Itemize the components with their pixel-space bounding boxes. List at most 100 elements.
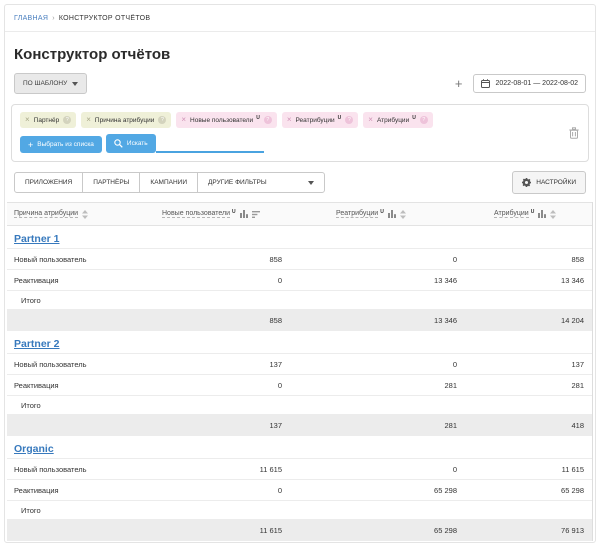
total-value: 65 298 bbox=[290, 526, 465, 535]
filter-chip[interactable]: × Партнёр? bbox=[20, 112, 76, 128]
row-label: Реактивация bbox=[7, 381, 154, 390]
search-icon bbox=[114, 139, 123, 148]
total-value: 13 346 bbox=[290, 316, 465, 325]
cell-value: 137 bbox=[465, 360, 592, 369]
row-label: Реактивация bbox=[7, 486, 154, 495]
bar-chart-icon bbox=[240, 210, 248, 218]
search-button[interactable]: Искать bbox=[106, 134, 156, 153]
chevron-down-icon bbox=[308, 181, 314, 185]
cell-value: 13 346 bbox=[465, 276, 592, 285]
tab-campaigns[interactable]: КАМПАНИИ bbox=[139, 172, 198, 193]
column-header-label[interactable]: Причина атрибуции bbox=[14, 210, 78, 218]
cell-value: 0 bbox=[290, 360, 465, 369]
sort-desc-icon bbox=[252, 211, 260, 218]
search-input[interactable] bbox=[156, 136, 264, 153]
template-button-label: ПО ШАБЛОНУ bbox=[23, 80, 67, 87]
cell-value: 0 bbox=[154, 276, 290, 285]
chip-remove-icon[interactable]: × bbox=[181, 117, 186, 123]
table-row: Новый пользователь8580858 bbox=[7, 248, 592, 269]
template-button[interactable]: ПО ШАБЛОНУ bbox=[14, 73, 87, 94]
chip-label: Причина атрибуции bbox=[95, 117, 154, 124]
tab-other-filters[interactable]: ДРУГИЕ ФИЛЬТРЫ bbox=[197, 172, 325, 193]
chip-help-icon[interactable]: ? bbox=[63, 116, 71, 124]
total-label: Итого bbox=[7, 296, 154, 305]
cell-value: 281 bbox=[465, 381, 592, 390]
filter-chip[interactable]: ×Новые пользователиU? bbox=[176, 112, 276, 128]
group-total-row: 85813 34614 204 bbox=[7, 309, 592, 331]
group-link[interactable]: Partner 2 bbox=[14, 338, 60, 350]
group-header-row: Partner 2 bbox=[7, 331, 592, 353]
cell-value: 137 bbox=[154, 360, 290, 369]
cell-value: 281 bbox=[290, 381, 465, 390]
sort-icon bbox=[400, 210, 406, 219]
report-table: Причина атрибуцииНовые пользователиUРеат… bbox=[7, 202, 593, 541]
plus-icon: + bbox=[28, 142, 33, 148]
chip-label: Партнёр bbox=[34, 117, 60, 124]
page: ГЛАВНАЯ › КОНСТРУКТОР ОТЧЁТОВ Конструкто… bbox=[4, 4, 596, 543]
total-value: 14 204 bbox=[465, 316, 592, 325]
add-comparison-button[interactable]: + bbox=[455, 79, 463, 89]
filter-chip[interactable]: ×АтрибуцииU? bbox=[363, 112, 433, 128]
cell-value: 0 bbox=[154, 381, 290, 390]
chip-help-icon[interactable]: ? bbox=[264, 116, 272, 124]
group-link[interactable]: Partner 1 bbox=[14, 233, 60, 245]
table-row: Реактивация0281281 bbox=[7, 374, 592, 395]
total-label-row: Итого bbox=[7, 290, 592, 309]
group-link[interactable]: Organic bbox=[14, 443, 54, 455]
settings-button[interactable]: НАСТРОЙКИ bbox=[512, 171, 586, 194]
group-total-row: 11 61565 29876 913 bbox=[7, 519, 592, 541]
column-header: РеатрибуцииU bbox=[290, 210, 465, 219]
total-value: 137 bbox=[154, 421, 290, 430]
row-label: Новый пользователь bbox=[7, 255, 154, 264]
chip-superscript: U bbox=[256, 115, 260, 121]
chip-label: Реатрибуции bbox=[295, 117, 334, 124]
column-header-label[interactable]: Реатрибуции bbox=[336, 210, 378, 218]
group-header-row: Partner 1 bbox=[7, 226, 592, 248]
gear-icon bbox=[522, 178, 531, 187]
date-controls: + 2022-08-01 — 2022-08-02 bbox=[455, 74, 586, 93]
search-button-label: Искать bbox=[127, 140, 148, 147]
date-range-value: 2022-08-01 — 2022-08-02 bbox=[495, 80, 578, 87]
filter-panel: ×Партнёр?×Причина атрибуции?×Новые польз… bbox=[11, 104, 589, 162]
tab-applications[interactable]: ПРИЛОЖЕНИЯ bbox=[14, 172, 83, 193]
total-label-row: Итого bbox=[7, 395, 592, 414]
total-value: 418 bbox=[465, 421, 592, 430]
breadcrumb-current: КОНСТРУКТОР ОТЧЁТОВ bbox=[59, 15, 151, 22]
chip-help-icon[interactable]: ? bbox=[420, 116, 428, 124]
calendar-icon bbox=[481, 79, 490, 88]
filter-chip[interactable]: ×РеатрибуцииU? bbox=[282, 112, 358, 128]
cell-value: 11 615 bbox=[154, 465, 290, 474]
table-row: Новый пользователь1370137 bbox=[7, 353, 592, 374]
chip-help-icon[interactable]: ? bbox=[345, 116, 353, 124]
column-header-label[interactable]: Атрибуции bbox=[494, 210, 529, 218]
table-body: Partner 1 Новый пользователь8580858 Реакти… bbox=[7, 226, 592, 541]
column-header-label[interactable]: Новые пользователи bbox=[162, 210, 230, 218]
tab-dropdown-label: ДРУГИЕ ФИЛЬТРЫ bbox=[208, 179, 267, 186]
chevron-down-icon bbox=[72, 82, 78, 86]
clear-filters-button[interactable] bbox=[569, 127, 579, 139]
chip-remove-icon[interactable]: × bbox=[86, 117, 91, 123]
breadcrumb-home-link[interactable]: ГЛАВНАЯ bbox=[14, 15, 48, 22]
tab-partners[interactable]: ПАРТНЁРЫ bbox=[82, 172, 140, 193]
date-range-picker[interactable]: 2022-08-01 — 2022-08-02 bbox=[473, 74, 586, 93]
column-header: Причина атрибуции bbox=[7, 210, 154, 219]
chip-superscript: U bbox=[412, 115, 416, 121]
filter-chips: ×Партнёр?×Причина атрибуции?×Новые польз… bbox=[20, 112, 558, 128]
settings-label: НАСТРОЙКИ bbox=[536, 179, 576, 186]
table-row: Новый пользователь11 615011 615 bbox=[7, 458, 592, 479]
chip-help-icon[interactable]: ? bbox=[158, 116, 166, 124]
filter-chip[interactable]: × Причина атрибуции? bbox=[81, 112, 171, 128]
table-row: Реактивация013 34613 346 bbox=[7, 269, 592, 290]
cell-value: 0 bbox=[154, 486, 290, 495]
chip-remove-icon[interactable]: × bbox=[287, 117, 292, 123]
table-header-row: Причина атрибуцииНовые пользователиUРеат… bbox=[7, 202, 592, 226]
controls-row: ПО ШАБЛОНУ + 2022-08-01 — 2022-08-02 bbox=[14, 73, 586, 94]
table-row: Реактивация065 29865 298 bbox=[7, 479, 592, 500]
filter-tabs: ПРИЛОЖЕНИЯПАРТНЁРЫКАМПАНИИ ДРУГИЕ ФИЛЬТРЫ bbox=[14, 172, 325, 193]
total-value: 858 bbox=[154, 316, 290, 325]
select-from-list-button[interactable]: + Выбрать из списка bbox=[20, 136, 102, 153]
chip-remove-icon[interactable]: × bbox=[25, 117, 30, 123]
page-title: Конструктор отчётов bbox=[14, 46, 586, 63]
trash-icon bbox=[569, 127, 579, 139]
chip-remove-icon[interactable]: × bbox=[368, 117, 373, 123]
